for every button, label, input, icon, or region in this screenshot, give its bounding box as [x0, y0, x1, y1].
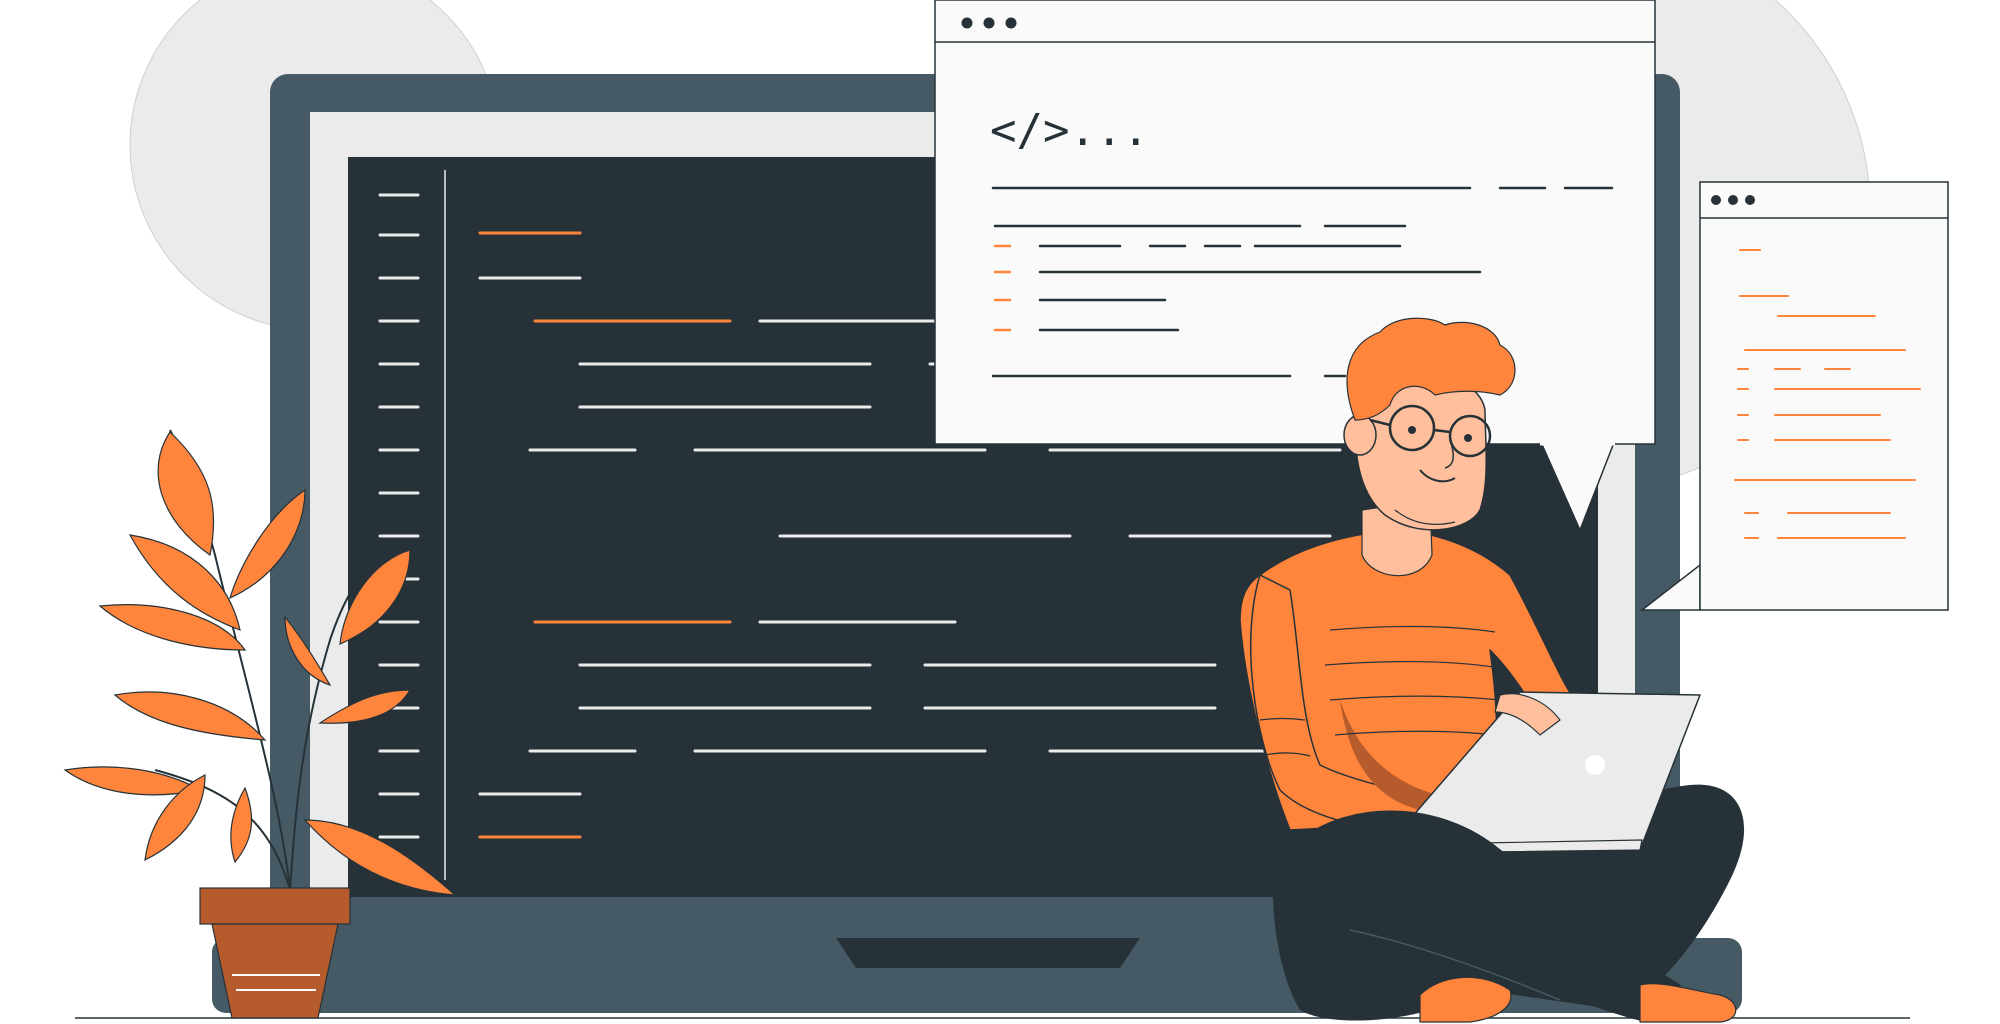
developer-illustration: </>...	[63, 0, 1949, 1023]
three-dots-icon	[1711, 195, 1755, 205]
apple-like-logo-icon	[1585, 755, 1605, 775]
monitor-base-notch	[836, 938, 1140, 968]
three-dots-icon	[961, 17, 1017, 29]
code-symbol-text: </>...	[990, 105, 1149, 156]
